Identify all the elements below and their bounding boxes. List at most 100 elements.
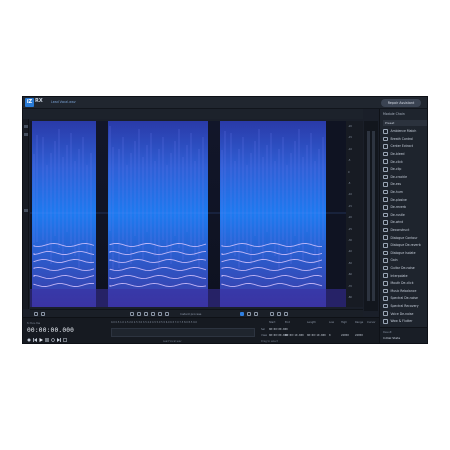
module-item[interactable]: De-clip — [383, 166, 427, 173]
brush-icon[interactable] — [158, 312, 162, 316]
instant-process-label[interactable]: Instant process — [180, 312, 201, 316]
spectrogram-view[interactable] — [30, 121, 346, 307]
table-header: Low — [329, 321, 335, 324]
time-select-icon[interactable] — [137, 312, 141, 316]
file-tab[interactable]: Lead Vocal.wav — [51, 100, 76, 104]
table-header: High — [341, 321, 347, 324]
table-header: Length — [307, 321, 316, 324]
module-item[interactable]: Voice De-noise — [383, 310, 427, 317]
module-item[interactable]: Dialogue De-reverb — [383, 242, 427, 249]
module-item[interactable]: De-plosive — [383, 196, 427, 203]
module-item[interactable]: Ambience Match — [383, 128, 427, 135]
module-item[interactable]: De-rustle — [383, 212, 427, 219]
ambience-match-icon — [383, 129, 388, 134]
module-item[interactable]: Spectral Recovery — [383, 303, 427, 310]
module-item[interactable]: Dialogue Isolate — [383, 250, 427, 257]
module-item[interactable]: De-hum — [383, 189, 427, 196]
overview-bar — [23, 109, 363, 128]
table-cell[interactable]: 00:00:10.000 — [307, 334, 326, 337]
ruler-tick-label: -15 — [348, 136, 352, 140]
interpolate-icon — [383, 273, 388, 278]
module-item[interactable]: De-reverb — [383, 204, 427, 211]
row-label: Sel — [261, 328, 265, 331]
fade-icon[interactable] — [254, 312, 258, 316]
module-label: Music Rebalance — [390, 288, 417, 293]
tool-icon[interactable] — [24, 209, 28, 212]
panel-title[interactable]: Module Chain — [383, 112, 427, 118]
spectral-de-noise-icon — [383, 296, 388, 301]
bottom-toolbar: Instant process — [30, 309, 363, 317]
spectrogram-canvas[interactable] — [30, 121, 346, 307]
table-cell[interactable]: 22050 — [341, 334, 349, 337]
module-item[interactable]: Music Rebalance — [383, 288, 427, 295]
lasso-icon[interactable] — [151, 312, 155, 316]
module-label: Wow & Flutter — [390, 319, 413, 324]
zoom-in-icon[interactable] — [41, 312, 45, 316]
history-panel: Result Initial State — [380, 327, 427, 343]
wand-icon[interactable] — [270, 312, 274, 316]
rewind-icon[interactable] — [33, 338, 37, 342]
module-label: De-wind — [390, 220, 404, 225]
spectral-recovery-icon — [383, 303, 388, 309]
module-item[interactable]: De-click — [383, 158, 427, 165]
pencil-icon[interactable] — [284, 312, 288, 316]
preset-dropdown[interactable]: Preset — [383, 120, 427, 126]
ruler-tick-label: -25 — [348, 227, 352, 231]
module-label: Gain — [390, 258, 398, 263]
center-extract-icon — [383, 144, 388, 149]
zoom-out-icon[interactable] — [34, 312, 38, 316]
freq-select-icon[interactable] — [144, 312, 148, 316]
module-item[interactable]: Breath Control — [383, 136, 427, 143]
ruler-tick-label: -50 — [348, 261, 352, 265]
music-rebalance-icon — [383, 288, 388, 294]
gain-icon[interactable] — [247, 312, 251, 316]
timecode-format[interactable]: h:m:s.ms — [27, 321, 40, 325]
de-crackle-icon — [383, 174, 388, 180]
track-caption: Lead Vocal.wav — [163, 340, 182, 343]
module-label: De-ess — [390, 182, 402, 187]
repair-assistant-button[interactable]: Repair Assistant — [381, 99, 421, 107]
module-item[interactable]: De-wind — [383, 219, 427, 226]
module-label: De-reverb — [390, 205, 406, 210]
play-icon[interactable] — [39, 338, 43, 342]
history-item[interactable]: Initial State — [383, 336, 400, 340]
select-tool-icon[interactable] — [130, 312, 134, 316]
module-item[interactable]: Interpolate — [383, 272, 427, 279]
table-header: End — [285, 321, 290, 324]
module-item[interactable]: Mouth De-click — [383, 280, 427, 287]
dialogue-de-reverb-icon — [383, 243, 388, 248]
dialogue-contour-icon — [383, 235, 388, 240]
module-item[interactable]: Wow & Flutter — [383, 318, 427, 325]
module-item[interactable]: De-bleed — [383, 151, 427, 158]
module-label: Voice De-noise — [390, 311, 414, 316]
instant-process-icon[interactable] — [240, 312, 244, 316]
module-item[interactable]: Gain — [383, 257, 427, 264]
timeline-ticks: 0.0 0.5 1.0 1.5 2.0 2.5 3.0 3.5 4.0 4.5 … — [111, 321, 197, 324]
module-item[interactable]: Guitar De-noise — [383, 265, 427, 272]
module-item[interactable]: Deconstruct — [383, 227, 427, 234]
module-item[interactable]: Center Extract — [383, 143, 427, 150]
record-icon[interactable] — [27, 338, 31, 342]
attenuate-icon[interactable] — [277, 312, 281, 316]
table-cell[interactable]: 00:00:00.000 — [269, 328, 288, 331]
loop-icon[interactable] — [51, 338, 55, 342]
table-cell[interactable]: 22050 — [355, 334, 363, 337]
module-item[interactable]: De-ess — [383, 181, 427, 188]
table-cell[interactable]: 0 — [329, 334, 331, 337]
module-label: Spectral De-noise — [390, 296, 418, 301]
monitor-icon[interactable] — [63, 338, 67, 342]
pause-icon[interactable] — [45, 338, 49, 342]
de-ess-icon — [383, 182, 388, 187]
table-cell[interactable]: 00:00:10.000 — [285, 334, 304, 337]
skip-icon[interactable] — [57, 338, 61, 342]
dialogue-isolate-icon — [383, 250, 388, 256]
module-item[interactable]: De-crackle — [383, 174, 427, 181]
tool-icon[interactable] — [24, 125, 28, 128]
guitar-de-noise-icon — [383, 265, 388, 271]
deconstruct-icon — [383, 227, 388, 233]
track-overview[interactable] — [111, 328, 255, 337]
module-item[interactable]: Spectral De-noise — [383, 295, 427, 302]
hand-icon[interactable] — [165, 312, 169, 316]
tool-icon[interactable] — [24, 133, 28, 136]
module-item[interactable]: Dialogue Contour — [383, 234, 427, 241]
